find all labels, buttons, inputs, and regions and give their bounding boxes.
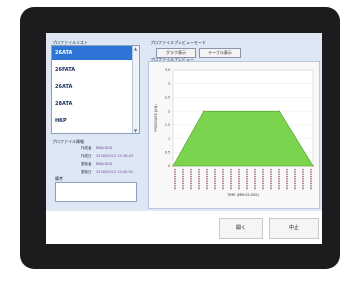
profile-list[interactable]: 26ATA 26FATA 26ATA 28ATA HKP ▲ ▼ — [51, 45, 140, 134]
memo-field[interactable] — [55, 182, 137, 202]
table-view-button[interactable]: テーブル表示 — [199, 48, 241, 58]
info-value: BWA.KCD — [96, 162, 113, 166]
data-point — [203, 110, 205, 112]
profile-list-item[interactable]: 28ATA — [52, 97, 135, 111]
profile-preview-chart: 3.5 3 2.5 2 1.5 1 0.5 0 PRESSURE (KN) TIME (MM:SS… — [148, 61, 320, 209]
profile-info-label: プロファイル情報 — [52, 139, 84, 144]
main-panel: プロファイルリスト 26ATA 26FATA 26ATA 28ATA HKP ▲ ▼ プ… — [46, 33, 322, 211]
action-bar: 開く 中止 — [46, 211, 322, 244]
data-point — [312, 165, 314, 167]
memo-label: 備考 — [55, 176, 63, 181]
profile-list-item[interactable]: 26ATA — [52, 80, 135, 94]
list-scrollbar[interactable]: ▲ ▼ — [132, 46, 139, 133]
screen: プロファイルリスト 26ATA 26FATA 26ATA 28ATA HKP ▲ ▼ プ… — [46, 33, 322, 244]
info-value: BWA.KCD — [96, 146, 113, 150]
y-tick-label: 0.5 — [165, 150, 170, 154]
y-tick-label: 1 — [168, 137, 170, 141]
y-tick-label: 2 — [168, 109, 170, 113]
profile-list-item[interactable]: 26ATA — [52, 46, 135, 60]
open-button[interactable]: 開く — [219, 218, 263, 239]
profile-list-item[interactable]: HKP — [52, 114, 135, 128]
info-key: 更新者 — [81, 162, 92, 166]
info-value: 2016/05/15 15:36:43 — [96, 154, 134, 158]
data-point — [278, 110, 281, 112]
profile-list-item[interactable]: 26FATA — [52, 63, 135, 77]
scroll-down-icon[interactable]: ▼ — [134, 128, 137, 133]
y-tick-label: 3.5 — [165, 68, 170, 72]
cancel-button[interactable]: 中止 — [269, 218, 319, 239]
info-key: 作成日 — [81, 154, 92, 158]
y-tick-label: 3 — [168, 82, 170, 86]
y-tick-label: 2.5 — [165, 96, 170, 100]
y-axis-label: PRESSURE (KN) — [154, 104, 158, 132]
y-tick-label: 0 — [168, 164, 170, 168]
preview-mode-label: プロファイルプレビューモード — [150, 40, 206, 45]
info-value: 2016/05/15 15:42:52 — [96, 170, 134, 174]
info-key: 作成者 — [81, 146, 92, 150]
scroll-up-icon[interactable]: ▲ — [134, 46, 137, 51]
x-axis-label: TIME (MM:SS.SSS) — [226, 193, 259, 197]
preview-chart-svg: 3.5 3 2.5 2 1.5 1 0.5 0 PRESSURE (KN) TIME (MM:SS… — [154, 68, 314, 197]
data-point — [172, 165, 174, 167]
y-tick-label: 1.5 — [165, 123, 170, 127]
info-key: 更新日 — [81, 170, 92, 174]
